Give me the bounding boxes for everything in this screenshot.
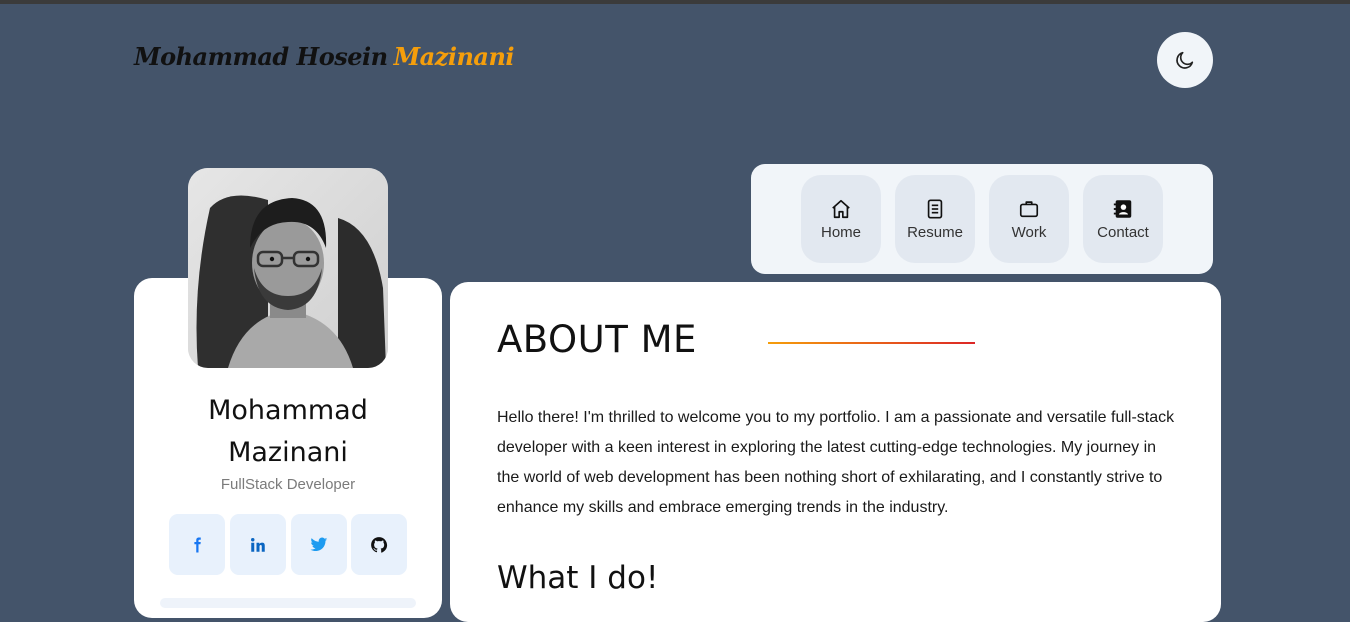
- nav-contact[interactable]: Contact: [1083, 175, 1163, 263]
- about-title: ABOUT ME: [497, 318, 697, 361]
- logo-last-name: Mazinani: [393, 42, 515, 71]
- site-logo[interactable]: Mohammad Hosein Mazinani: [134, 42, 515, 71]
- profile-name: Mohammad Mazinani: [134, 390, 442, 474]
- theme-toggle-button[interactable]: [1157, 32, 1213, 88]
- main-navigation: Home Resume Work Contact: [751, 164, 1213, 274]
- nav-home[interactable]: Home: [801, 175, 881, 263]
- contact-book-icon: [1113, 199, 1132, 218]
- nav-resume-label: Resume: [907, 223, 963, 241]
- nav-contact-label: Contact: [1097, 223, 1149, 241]
- moon-icon: [1176, 51, 1194, 69]
- github-link[interactable]: [351, 514, 407, 575]
- profile-role: FullStack Developer: [220, 476, 356, 493]
- facebook-link[interactable]: [169, 514, 225, 575]
- linkedin-icon: [251, 537, 265, 552]
- twitter-link[interactable]: [291, 514, 347, 575]
- what-i-do-heading: What I do!: [497, 560, 659, 596]
- nav-work[interactable]: Work: [989, 175, 1069, 263]
- github-icon: [371, 536, 388, 553]
- profile-action-strip[interactable]: [160, 598, 416, 608]
- profile-first-name: Mohammad: [208, 395, 368, 426]
- briefcase-icon: [1019, 200, 1039, 217]
- title-accent-line: [768, 342, 975, 344]
- resume-icon: [927, 198, 943, 219]
- twitter-icon: [310, 537, 328, 551]
- linkedin-link[interactable]: [230, 514, 286, 575]
- facebook-icon: [194, 537, 201, 552]
- nav-work-label: Work: [1011, 223, 1047, 241]
- nav-resume[interactable]: Resume: [895, 175, 975, 263]
- profile-last-name: Mazinani: [228, 437, 348, 468]
- profile-avatar: [188, 168, 388, 368]
- nav-home-label: Home: [820, 223, 861, 241]
- logo-first-name: Mohammad Hosein: [134, 42, 388, 71]
- home-icon: [832, 199, 850, 218]
- about-paragraph: Hello there! I'm thrilled to welcome you…: [497, 409, 1175, 516]
- browser-top-edge: [0, 0, 1350, 4]
